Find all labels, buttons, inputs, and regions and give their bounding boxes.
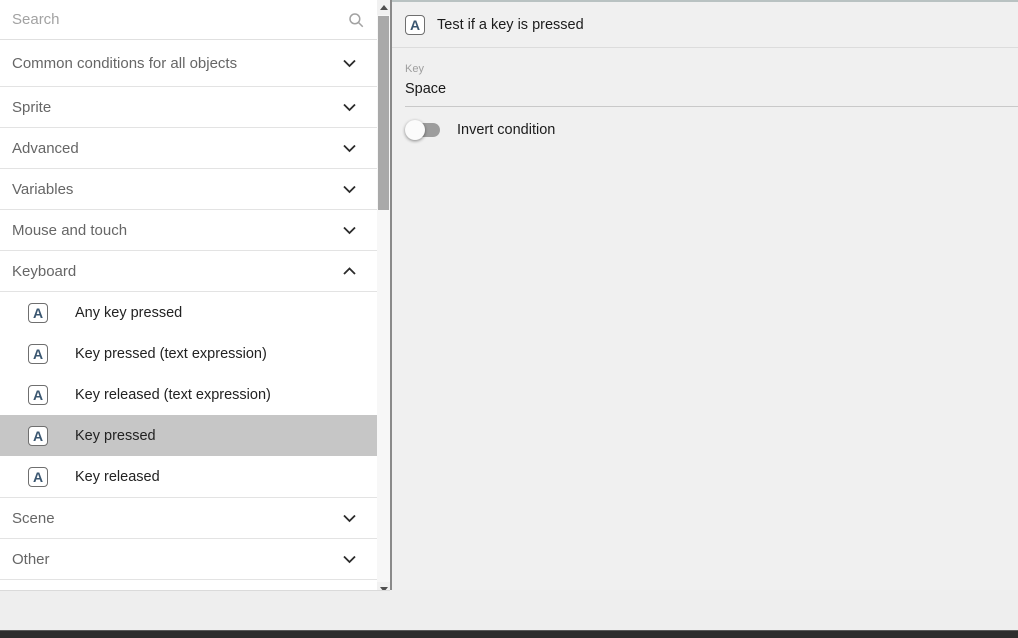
chevron-down-icon: [343, 226, 356, 235]
sidebar-category-common-conditions[interactable]: Common conditions for all objects: [0, 40, 377, 87]
condition-item-key-pressed-text-expression[interactable]: A Key pressed (text expression): [0, 333, 377, 374]
key-field-value[interactable]: Space: [405, 75, 1018, 107]
scrollbar-thumb[interactable]: [378, 16, 389, 210]
category-label: Keyboard: [12, 263, 76, 280]
toggle-knob[interactable]: [405, 120, 425, 140]
category-label: Common conditions for all objects: [12, 55, 237, 72]
condition-detail-header: A Test if a key is pressed: [392, 2, 1018, 48]
chevron-down-icon: [343, 59, 356, 68]
condition-item-key-released-text-expression[interactable]: A Key released (text expression): [0, 374, 377, 415]
invert-condition-row: Invert condition: [407, 122, 1018, 138]
chevron-down-icon: [343, 555, 356, 564]
condition-item-key-pressed[interactable]: A Key pressed: [0, 415, 377, 456]
chevron-down-icon: [343, 144, 356, 153]
category-label: Scene: [12, 510, 55, 527]
chevron-down-icon: [343, 185, 356, 194]
invert-condition-toggle[interactable]: [407, 123, 440, 137]
condition-editor-dialog: Common conditions for all objects Sprite…: [0, 0, 1018, 638]
sidebar-category-variables[interactable]: Variables: [0, 169, 377, 210]
category-label: Other: [12, 551, 50, 568]
triangle-up-icon: [380, 5, 388, 10]
condition-list-sidebar: Common conditions for all objects Sprite…: [0, 0, 377, 590]
keyboard-condition-icon: A: [28, 426, 48, 446]
window-bottom-bar: [0, 630, 1018, 638]
keyboard-items-group: A Any key pressed A Key pressed (text ex…: [0, 292, 377, 498]
sidebar-category-keyboard[interactable]: Keyboard: [0, 251, 377, 292]
sidebar-category-scene[interactable]: Scene: [0, 498, 377, 539]
condition-title: Test if a key is pressed: [437, 17, 584, 33]
chevron-up-icon: [343, 267, 356, 276]
condition-item-any-key-pressed[interactable]: A Any key pressed: [0, 292, 377, 333]
search-bar: [0, 0, 377, 40]
keyboard-condition-icon: A: [405, 15, 425, 35]
sidebar-category-advanced[interactable]: Advanced: [0, 128, 377, 169]
keyboard-condition-icon: A: [28, 303, 48, 323]
condition-item-key-released[interactable]: A Key released: [0, 456, 377, 497]
keyboard-condition-icon: A: [28, 385, 48, 405]
dialog-footer: [0, 590, 1018, 630]
condition-item-label: Key released: [75, 469, 160, 485]
scroll-up-button[interactable]: [377, 0, 390, 15]
condition-item-label: Key released (text expression): [75, 387, 271, 403]
sidebar-category-mouse-and-touch[interactable]: Mouse and touch: [0, 210, 377, 251]
search-icon: [347, 11, 365, 29]
key-field-label: Key: [405, 63, 1018, 75]
keyboard-condition-icon: A: [28, 467, 48, 487]
sidebar-category-sprite[interactable]: Sprite: [0, 87, 377, 128]
condition-item-label: Any key pressed: [75, 305, 182, 321]
key-field: Key Space: [405, 63, 1018, 107]
category-label: Advanced: [12, 140, 79, 157]
condition-item-label: Key pressed: [75, 428, 156, 444]
category-label: Variables: [12, 181, 73, 198]
condition-detail-panel: A Test if a key is pressed Key Space Inv…: [392, 0, 1018, 590]
chevron-down-icon: [343, 103, 356, 112]
sidebar-scrollbar[interactable]: [377, 0, 390, 597]
keyboard-condition-icon: A: [28, 344, 48, 364]
category-label: Sprite: [12, 99, 51, 116]
sidebar-category-other[interactable]: Other: [0, 539, 377, 580]
category-label: Mouse and touch: [12, 222, 127, 239]
chevron-down-icon: [343, 514, 356, 523]
condition-item-label: Key pressed (text expression): [75, 346, 267, 362]
search-input[interactable]: [12, 11, 347, 28]
invert-condition-label: Invert condition: [457, 122, 555, 138]
